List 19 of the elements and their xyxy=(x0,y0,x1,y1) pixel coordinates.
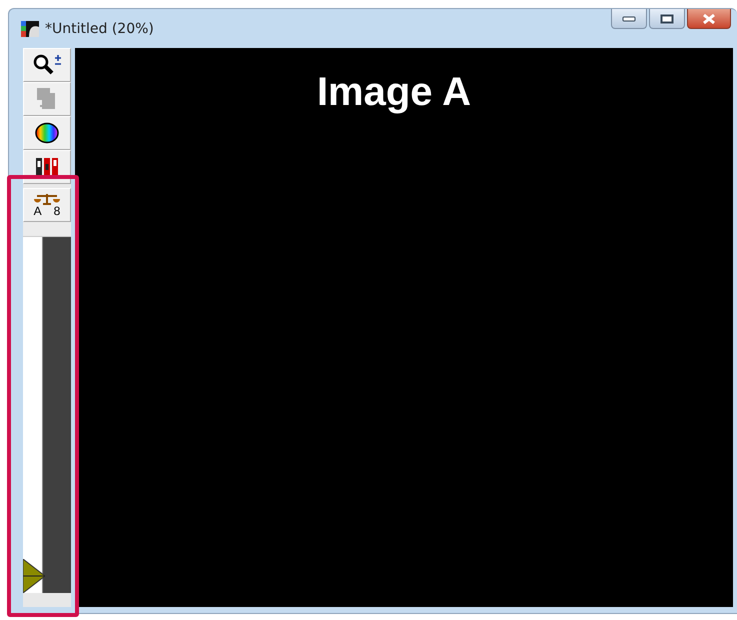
rainbow-icon xyxy=(34,122,60,144)
close-button[interactable] xyxy=(687,9,731,29)
scale-icon xyxy=(33,193,61,205)
image-caption: Image A xyxy=(316,70,472,116)
zoom-tool[interactable] xyxy=(23,48,71,82)
minimize-icon xyxy=(622,16,636,22)
slider-thumb[interactable] xyxy=(23,559,45,593)
close-icon xyxy=(701,12,717,24)
channels-icon xyxy=(34,156,60,178)
balance-label: A xyxy=(34,205,42,217)
maximize-button[interactable] xyxy=(649,9,685,29)
panel-strip xyxy=(23,222,71,237)
maximize-icon xyxy=(660,14,674,24)
color-tool[interactable] xyxy=(23,116,71,150)
balance-label: 8 xyxy=(54,205,60,217)
minimize-button[interactable] xyxy=(611,9,647,29)
window-title: *Untitled (20%) xyxy=(45,20,154,36)
balance-tool[interactable]: A 8 xyxy=(23,188,71,222)
app-icon xyxy=(21,20,39,36)
